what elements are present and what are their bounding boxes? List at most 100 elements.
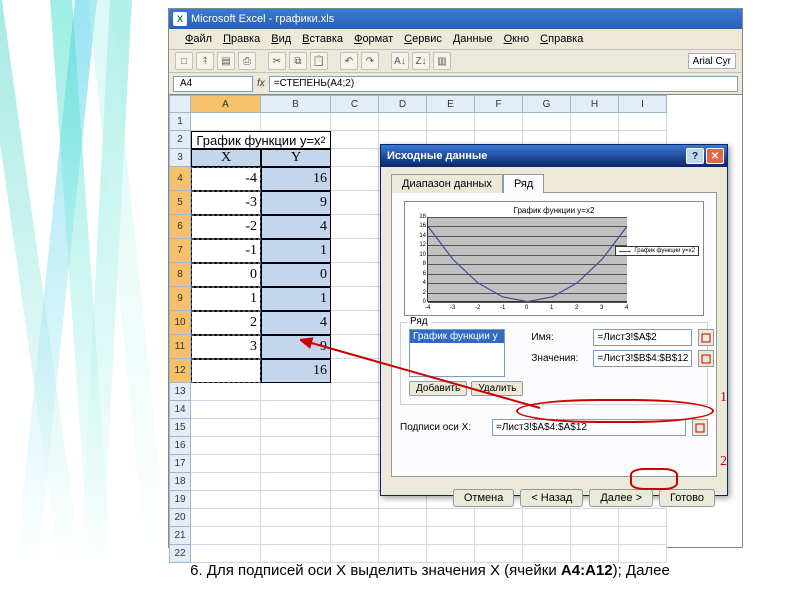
chart-icon[interactable]: ▥ bbox=[433, 52, 451, 70]
row-header[interactable]: 17 bbox=[169, 455, 191, 473]
menubar[interactable]: Файл Правка Вид Вставка Формат Сервис Да… bbox=[169, 29, 742, 49]
menu-help[interactable]: Справка bbox=[540, 33, 583, 45]
slide-caption: 6. Для подписей оси Х выделить значения … bbox=[120, 562, 740, 580]
open-icon[interactable]: ⤉ bbox=[196, 52, 214, 70]
redo-icon[interactable]: ↷ bbox=[361, 52, 379, 70]
cut-icon[interactable]: ✂ bbox=[268, 52, 286, 70]
menu-data[interactable]: Данные bbox=[453, 33, 493, 45]
close-icon[interactable]: ✕ bbox=[706, 148, 724, 164]
next-button[interactable]: Далее > bbox=[589, 489, 653, 507]
cell-y[interactable]: 9 bbox=[261, 191, 331, 215]
row-header[interactable]: 20 bbox=[169, 509, 191, 527]
row-header[interactable]: 5 bbox=[169, 191, 191, 215]
ref-picker-icon[interactable] bbox=[698, 329, 714, 346]
cell-y[interactable]: 4 bbox=[261, 311, 331, 335]
cell-y[interactable]: 1 bbox=[261, 239, 331, 263]
col-header-b[interactable]: B bbox=[261, 95, 331, 113]
series-listbox[interactable]: График функции y bbox=[409, 329, 505, 377]
col-header-h[interactable]: H bbox=[571, 95, 619, 113]
add-button[interactable]: Добавить bbox=[409, 381, 467, 396]
xaxis-input[interactable]: =Лист3!$A$4:$A$12 bbox=[492, 419, 686, 436]
row-header[interactable]: 12 bbox=[169, 359, 191, 383]
cell-title[interactable]: График функции y=x2 bbox=[191, 131, 331, 149]
cell-x[interactable] bbox=[191, 359, 261, 383]
cell-y[interactable]: 16 bbox=[261, 359, 331, 383]
values-input[interactable]: =Лист3!$B$4:$B$12 bbox=[593, 350, 692, 367]
row-header[interactable]: 22 bbox=[169, 545, 191, 563]
menu-file[interactable]: Файл bbox=[185, 33, 212, 45]
row-header[interactable]: 3 bbox=[169, 149, 191, 167]
cell-y[interactable]: 16 bbox=[261, 167, 331, 191]
name-input[interactable]: =Лист3!$A$2 bbox=[593, 329, 692, 346]
cell-header-x[interactable]: X bbox=[191, 149, 261, 167]
row-header[interactable]: 13 bbox=[169, 383, 191, 401]
ref-picker-icon[interactable] bbox=[692, 419, 708, 436]
tab-data-range[interactable]: Диапазон данных bbox=[391, 174, 503, 193]
cell-x[interactable]: 0 bbox=[191, 263, 261, 287]
row-header[interactable]: 4 bbox=[169, 167, 191, 191]
cancel-button[interactable]: Отмена bbox=[453, 489, 514, 507]
cell-y[interactable]: 1 bbox=[261, 287, 331, 311]
menu-tools[interactable]: Сервис bbox=[404, 33, 442, 45]
cell-x[interactable]: -4 bbox=[191, 167, 261, 191]
col-header-g[interactable]: G bbox=[523, 95, 571, 113]
new-icon[interactable]: □ bbox=[175, 52, 193, 70]
row-header[interactable]: 8 bbox=[169, 263, 191, 287]
cell-x[interactable]: -1 bbox=[191, 239, 261, 263]
row-header[interactable]: 21 bbox=[169, 527, 191, 545]
menu-format[interactable]: Формат bbox=[354, 33, 393, 45]
tab-series[interactable]: Ряд bbox=[503, 174, 544, 193]
formula-input[interactable]: =СТЕПЕНЬ(A4;2) bbox=[269, 76, 738, 92]
save-icon[interactable]: ▤ bbox=[217, 52, 235, 70]
font-selector[interactable]: Arial Cyr bbox=[688, 53, 736, 69]
row-header[interactable]: 16 bbox=[169, 437, 191, 455]
cell-x[interactable]: 3 bbox=[191, 335, 261, 359]
series-item[interactable]: График функции y bbox=[410, 330, 504, 343]
help-icon[interactable]: ? bbox=[686, 148, 704, 164]
col-header-e[interactable]: E bbox=[427, 95, 475, 113]
menu-insert[interactable]: Вставка bbox=[302, 33, 343, 45]
fx-icon[interactable]: fx bbox=[257, 78, 265, 89]
col-header-f[interactable]: F bbox=[475, 95, 523, 113]
row-header[interactable]: 15 bbox=[169, 419, 191, 437]
cell-header-y[interactable]: Y bbox=[261, 149, 331, 167]
col-header-i[interactable]: I bbox=[619, 95, 667, 113]
col-header-d[interactable]: D bbox=[379, 95, 427, 113]
col-header-c[interactable]: C bbox=[331, 95, 379, 113]
row-header[interactable]: 14 bbox=[169, 401, 191, 419]
row-header[interactable]: 10 bbox=[169, 311, 191, 335]
sort-asc-icon[interactable]: A↓ bbox=[391, 52, 409, 70]
name-label: Имя: bbox=[531, 332, 587, 343]
row-header[interactable]: 18 bbox=[169, 473, 191, 491]
menu-edit[interactable]: Правка bbox=[223, 33, 260, 45]
finish-button[interactable]: Готово bbox=[659, 489, 715, 507]
cell-x[interactable]: 1 bbox=[191, 287, 261, 311]
row-header[interactable]: 1 bbox=[169, 113, 191, 131]
back-button[interactable]: < Назад bbox=[520, 489, 583, 507]
name-box[interactable]: A4 bbox=[173, 76, 253, 92]
paste-icon[interactable]: 📋 bbox=[310, 52, 328, 70]
delete-button[interactable]: Удалить bbox=[471, 381, 523, 396]
cell-x[interactable]: -2 bbox=[191, 215, 261, 239]
menu-view[interactable]: Вид bbox=[271, 33, 291, 45]
row-header[interactable]: 11 bbox=[169, 335, 191, 359]
row-header[interactable]: 6 bbox=[169, 215, 191, 239]
print-icon[interactable]: ⎙ bbox=[238, 52, 256, 70]
cell-y[interactable]: 0 bbox=[261, 263, 331, 287]
row-header[interactable]: 9 bbox=[169, 287, 191, 311]
cell-y[interactable]: 4 bbox=[261, 215, 331, 239]
sort-desc-icon[interactable]: Z↓ bbox=[412, 52, 430, 70]
cell-x[interactable]: 2 bbox=[191, 311, 261, 335]
menu-window[interactable]: Окно bbox=[504, 33, 530, 45]
copy-icon[interactable]: ⧉ bbox=[289, 52, 307, 70]
select-all-corner[interactable] bbox=[169, 95, 191, 113]
undo-icon[interactable]: ↶ bbox=[340, 52, 358, 70]
col-header-a[interactable]: A bbox=[191, 95, 261, 113]
dialog-titlebar[interactable]: Исходные данные ? ✕ bbox=[381, 145, 727, 167]
row-header[interactable]: 2 bbox=[169, 131, 191, 149]
row-header[interactable]: 19 bbox=[169, 491, 191, 509]
cell-y[interactable]: 9 bbox=[261, 335, 331, 359]
row-header[interactable]: 7 bbox=[169, 239, 191, 263]
cell-x[interactable]: -3 bbox=[191, 191, 261, 215]
ref-picker-icon[interactable] bbox=[698, 350, 714, 367]
